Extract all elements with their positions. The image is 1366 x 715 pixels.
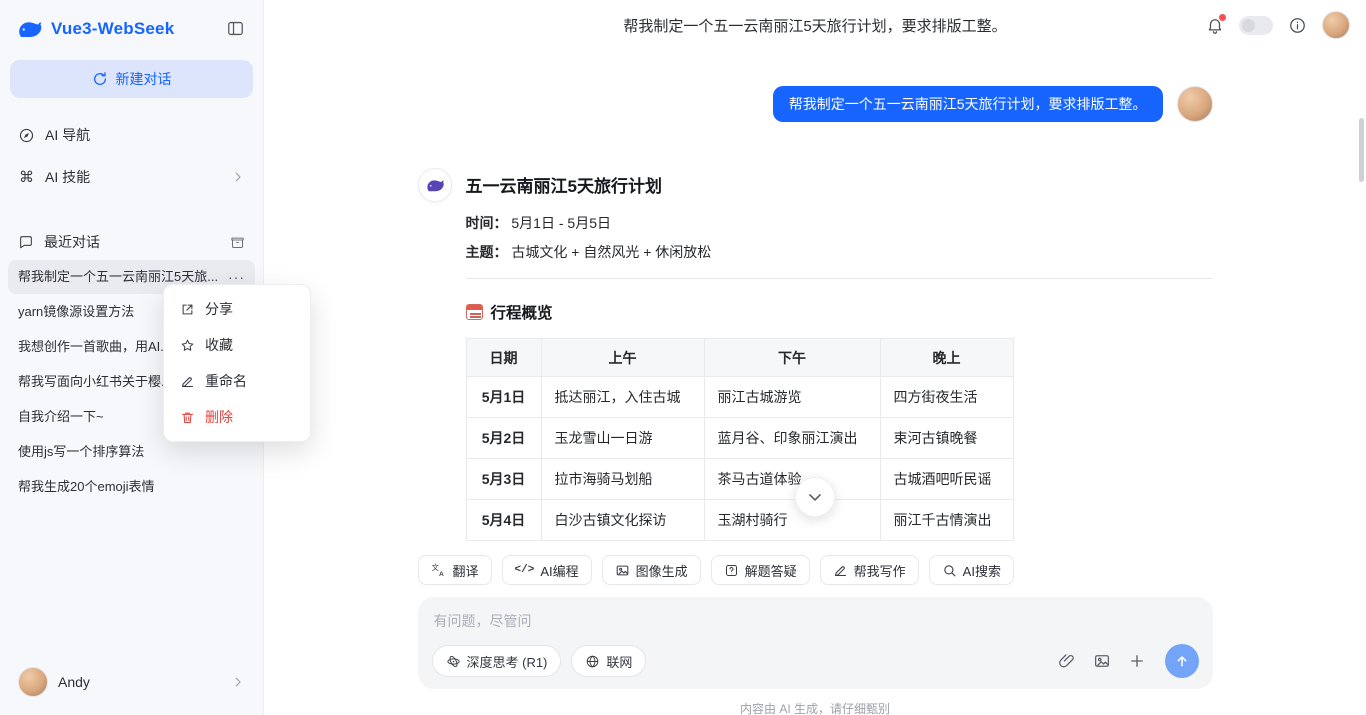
recent-chats-header: 最近对话 — [0, 224, 263, 260]
whale-logo-icon — [16, 15, 43, 42]
conversation-title: 帮我制定一个五一云南丽江5天旅行计划，要求排版工整。 — [623, 15, 1006, 36]
menu-item-delete[interactable]: 删除 — [170, 399, 304, 435]
overview-section-title: 行程概览 — [466, 301, 1213, 323]
nav-label: AI 导航 — [45, 125, 90, 145]
atom-icon — [446, 654, 461, 669]
suggestion-chips: 文A 翻译 </> AI编程 图像生成 解题答疑 — [418, 555, 1213, 585]
message-input[interactable]: 有问题，尽管问 深度思考 (R1) 联网 — [418, 597, 1213, 689]
chevron-right-icon — [231, 675, 245, 689]
attachment-icon[interactable] — [1058, 652, 1076, 670]
scrollbar[interactable] — [1359, 118, 1364, 182]
info-icon[interactable] — [1288, 16, 1307, 35]
pen-icon — [833, 563, 848, 578]
col-header-afternoon: 下午 — [704, 339, 880, 377]
chip-translate[interactable]: 文A 翻译 — [418, 555, 492, 585]
table-row: 5月1日 抵达丽江，入住古城 丽江古城游览 四方街夜生活 — [466, 377, 1013, 418]
col-header-date: 日期 — [466, 339, 541, 377]
scroll-to-bottom-button[interactable] — [795, 477, 835, 517]
itinerary-table: 日期 上午 下午 晚上 5月1日 抵达丽江，入住古城 丽江古城游览 四方街夜生活 — [466, 338, 1014, 541]
menu-item-share[interactable]: 分享 — [170, 291, 304, 327]
image-icon — [615, 563, 630, 578]
itinerary-time: 时间： 5月1日 - 5月5日 — [466, 213, 1213, 233]
calendar-icon — [466, 304, 483, 320]
new-chat-label: 新建对话 — [116, 69, 172, 89]
collapse-sidebar-icon[interactable] — [224, 17, 247, 40]
col-header-evening: 晚上 — [880, 339, 1013, 377]
history-icon — [18, 234, 34, 250]
notification-bell-icon[interactable] — [1206, 16, 1224, 34]
chip-image-generation[interactable]: 图像生成 — [602, 555, 701, 585]
chip-qa[interactable]: 解题答疑 — [711, 555, 810, 585]
svg-text:A: A — [439, 571, 444, 578]
itinerary-theme: 主题： 古城文化 + 自然风光 + 休闲放松 — [466, 242, 1213, 262]
ai-message-content: 五一云南丽江5天旅行计划 时间： 5月1日 - 5月5日 主题： 古城文化 + … — [466, 168, 1213, 541]
new-chat-button[interactable]: 新建对话 — [10, 60, 253, 98]
globe-icon — [585, 654, 600, 669]
chip-ai-search[interactable]: AI搜索 — [929, 555, 1014, 585]
ai-avatar-whale-icon — [418, 168, 452, 202]
topbar-actions — [1206, 0, 1350, 50]
app-title: Vue3-WebSeek — [51, 19, 174, 39]
chat-column: 帮我制定一个五一云南丽江5天旅行计划，要求排版工整。 五一云南丽江5天旅行计划 … — [418, 86, 1213, 715]
ai-disclaimer: 内容由 AI 生成，请仔细甄别 — [418, 700, 1213, 715]
code-icon: </> — [515, 564, 535, 576]
upload-image-icon[interactable] — [1093, 652, 1111, 670]
sidebar-item-ai-skill[interactable]: ⌘ AI 技能 — [0, 156, 263, 198]
command-icon: ⌘ — [18, 168, 35, 186]
itinerary-title: 五一云南丽江5天旅行计划 — [466, 172, 1213, 197]
composer-toolbar: 深度思考 (R1) 联网 — [432, 644, 1199, 678]
rename-icon — [180, 374, 195, 389]
user-avatar — [18, 667, 48, 697]
compass-icon — [18, 127, 35, 144]
chat-context-menu: 分享 收藏 重命名 删除 — [163, 284, 311, 442]
trash-icon — [180, 410, 195, 425]
chevron-down-icon — [805, 487, 825, 507]
menu-item-rename[interactable]: 重命名 — [170, 363, 304, 399]
profile-avatar[interactable] — [1322, 11, 1350, 39]
archive-icon[interactable] — [230, 235, 245, 250]
arrow-up-icon — [1174, 653, 1190, 669]
refresh-icon — [92, 71, 108, 87]
input-placeholder: 有问题，尽管问 — [434, 611, 1197, 631]
question-answer-icon — [724, 563, 739, 578]
menu-item-favorite[interactable]: 收藏 — [170, 327, 304, 363]
logo-row: Vue3-WebSeek — [0, 0, 263, 54]
nav-label: AI 技能 — [45, 167, 90, 187]
user-account-row[interactable]: Andy — [0, 653, 263, 715]
search-icon — [942, 563, 957, 578]
table-row: 5月2日 玉龙雪山一日游 蓝月谷、印象丽江演出 束河古镇晚餐 — [466, 418, 1013, 459]
deep-think-toggle[interactable]: 深度思考 (R1) — [432, 645, 562, 677]
web-search-toggle[interactable]: 联网 — [571, 645, 646, 677]
plus-icon[interactable] — [1128, 652, 1146, 670]
translate-icon: 文A — [431, 562, 447, 578]
notification-dot — [1219, 14, 1226, 21]
user-message-bubble: 帮我制定一个五一云南丽江5天旅行计划，要求排版工整。 — [773, 86, 1163, 122]
chip-writing[interactable]: 帮我写作 — [820, 555, 919, 585]
star-icon — [180, 338, 195, 353]
sidebar-item-ai-nav[interactable]: AI 导航 — [0, 114, 263, 156]
chevron-right-icon — [231, 170, 245, 184]
theme-toggle[interactable] — [1239, 16, 1273, 35]
table-row: 5月4日 白沙古镇文化探访 玉湖村骑行 丽江千古情演出 — [466, 500, 1013, 541]
chip-ai-coding[interactable]: </> AI编程 — [502, 555, 592, 585]
recent-chat-item[interactable]: 帮我生成20个emoji表情 — [8, 470, 255, 504]
divider — [466, 278, 1213, 279]
topbar: 帮我制定一个五一云南丽江5天旅行计划，要求排版工整。 — [264, 0, 1366, 50]
recent-chats-label: 最近对话 — [44, 232, 100, 252]
col-header-morning: 上午 — [541, 339, 704, 377]
table-header-row: 日期 上午 下午 晚上 — [466, 339, 1013, 377]
user-message-row: 帮我制定一个五一云南丽江5天旅行计划，要求排版工整。 — [418, 86, 1213, 122]
user-message-avatar — [1177, 86, 1213, 122]
share-icon — [180, 302, 195, 317]
user-name: Andy — [58, 674, 90, 690]
main-area: 帮我制定一个五一云南丽江5天旅行计划，要求排版工整。 帮我制定一个五一云南丽江5… — [264, 0, 1366, 715]
table-row: 5月3日 拉市海骑马划船 茶马古道体验 古城酒吧听民谣 — [466, 459, 1013, 500]
send-button[interactable] — [1165, 644, 1199, 678]
composer-actions — [1058, 644, 1199, 678]
